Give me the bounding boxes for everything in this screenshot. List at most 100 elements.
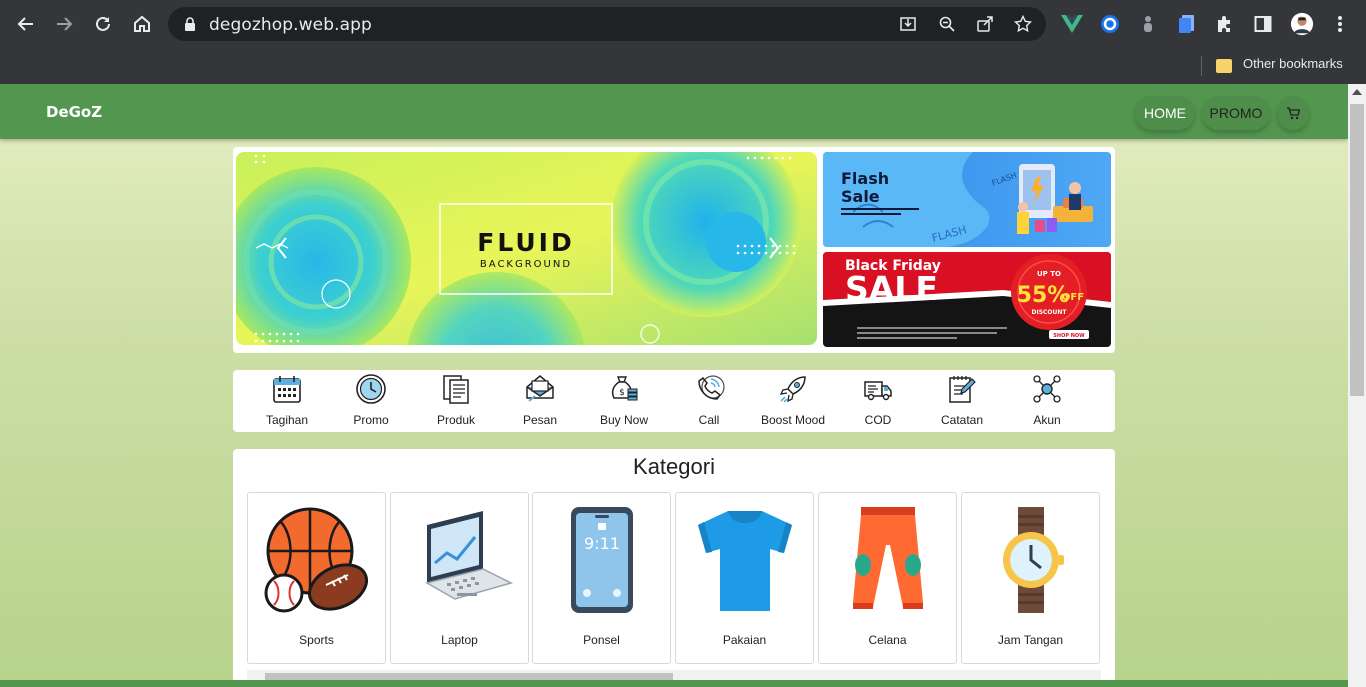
menu-item-pesan[interactable]: Pesan xyxy=(498,370,582,432)
share-icon[interactable] xyxy=(975,15,995,33)
menu-label: COD xyxy=(864,413,892,427)
kategori-title: Kategori xyxy=(633,454,715,479)
side-panel-icon[interactable] xyxy=(1251,12,1275,36)
forward-icon[interactable] xyxy=(52,12,76,36)
quick-menu: Tagihan Promo Produk Pesan $ Buy Now Cal… xyxy=(233,370,1115,432)
network-icon xyxy=(1033,375,1061,403)
menu-label: Call xyxy=(698,413,720,427)
menu-item-promo[interactable]: Promo xyxy=(329,370,413,432)
category-label: Sports xyxy=(299,633,334,647)
extension-circle-icon[interactable] xyxy=(1098,12,1122,36)
laptop-icon xyxy=(425,511,514,600)
documents-icon xyxy=(443,375,469,404)
hero-title: FLUID xyxy=(477,228,574,257)
scroll-up-icon[interactable] xyxy=(1352,89,1362,95)
bookmark-star-icon[interactable] xyxy=(1013,15,1033,33)
menu-item-boost-mood[interactable]: Boost Mood xyxy=(751,370,835,432)
hero-carousel[interactable]: FLUID BACKGROUND xyxy=(236,152,817,345)
extension-docs-icon[interactable] xyxy=(1175,12,1199,36)
cart-icon xyxy=(1287,106,1300,119)
address-bar[interactable]: degozhop.web.app xyxy=(168,7,1046,41)
svg-text:$: $ xyxy=(619,388,625,398)
hero-subtitle: BACKGROUND xyxy=(480,259,572,270)
nav-cart-button[interactable] xyxy=(1277,96,1309,130)
extension-gray-icon[interactable] xyxy=(1136,12,1160,36)
clock-icon xyxy=(356,374,386,404)
envelope-icon xyxy=(526,375,554,402)
category-card-laptop[interactable]: Laptop xyxy=(390,492,529,664)
category-card-ponsel[interactable]: 9:11 Ponsel xyxy=(532,492,671,664)
scrollbar-thumb[interactable] xyxy=(1350,104,1364,396)
bf-cta: SHOP NOW xyxy=(1053,333,1085,339)
bf-badge-bottom: DISCOUNT xyxy=(1031,309,1067,316)
category-label: Laptop xyxy=(441,633,478,647)
folder-icon xyxy=(1216,59,1232,73)
extensions-puzzle-icon[interactable] xyxy=(1213,12,1237,36)
category-label: Celana xyxy=(868,633,907,647)
zoom-out-icon[interactable] xyxy=(937,15,957,33)
money-bag-icon: $ xyxy=(611,376,638,401)
flash-sale-banner[interactable]: Flash Sale FLASH FLASH xyxy=(823,152,1111,247)
brand-logo[interactable]: DeGoZ xyxy=(46,103,102,121)
page-viewport: DeGoZ HOME PROMO FLUID BACKGROUND Flash … xyxy=(0,84,1348,687)
banner-section: FLUID BACKGROUND Flash Sale FLASH FLASH … xyxy=(233,147,1115,353)
black-friday-banner[interactable]: Black Friday SALE UP TO 55% OFF DISCOUNT… xyxy=(823,252,1111,347)
menu-label: Catatan xyxy=(940,413,984,427)
bookmarks-divider xyxy=(1201,56,1202,76)
truck-icon xyxy=(864,381,892,401)
url-text: degozhop.web.app xyxy=(209,15,372,35)
menu-label: Tagihan xyxy=(265,413,309,427)
lock-icon xyxy=(185,17,195,31)
menu-label: Pesan xyxy=(522,413,558,427)
tshirt-icon xyxy=(698,511,792,611)
pants-icon xyxy=(853,507,923,609)
menu-label: Akun xyxy=(1033,413,1061,427)
nav-promo-button[interactable]: PROMO xyxy=(1202,96,1270,130)
menu-item-produk[interactable]: Produk xyxy=(414,370,498,432)
bf-line2: SALE xyxy=(845,269,938,308)
bookmarks-bar: Other bookmarks xyxy=(0,48,1366,84)
menu-label: Promo xyxy=(353,413,389,427)
chrome-menu-icon[interactable] xyxy=(1328,12,1352,36)
app-navbar: DeGoZ HOME PROMO xyxy=(0,84,1348,139)
browser-toolbar: degozhop.web.app xyxy=(0,0,1366,48)
menu-label: Boost Mood xyxy=(760,413,826,427)
menu-item-call[interactable]: Call xyxy=(667,370,751,432)
reload-icon[interactable] xyxy=(91,12,115,36)
other-bookmarks-link[interactable]: Other bookmarks xyxy=(1243,56,1343,71)
home-icon[interactable] xyxy=(130,12,154,36)
category-card-pakaian[interactable]: Pakaian xyxy=(675,492,814,664)
menu-label: Produk xyxy=(436,413,476,427)
menu-item-buy-now[interactable]: $ Buy Now xyxy=(582,370,666,432)
footer-bar xyxy=(0,680,1348,687)
menu-item-catatan[interactable]: Catatan xyxy=(920,370,1004,432)
flash-line1: Flash xyxy=(841,169,889,188)
nav-home-button[interactable]: HOME xyxy=(1135,96,1195,130)
kategori-section: Kategori Sports Laptop 9:11 Ponsel Pakai… xyxy=(233,449,1115,687)
flash-line2: Sale xyxy=(841,187,880,206)
svg-text:9:11: 9:11 xyxy=(584,534,620,553)
bf-badge-top: UP TO xyxy=(1037,270,1061,278)
calendar-icon xyxy=(273,376,301,403)
install-icon[interactable] xyxy=(898,15,918,33)
vue-devtools-icon[interactable] xyxy=(1060,12,1084,36)
menu-label: Buy Now xyxy=(599,413,649,427)
rocket-icon xyxy=(779,376,806,403)
bf-badge-off: OFF xyxy=(1062,292,1084,303)
menu-item-cod[interactable]: COD xyxy=(836,370,920,432)
notes-icon xyxy=(949,376,976,403)
watch-icon xyxy=(1003,507,1064,613)
sports-balls-icon xyxy=(264,507,368,613)
phone-icon xyxy=(698,375,725,400)
menu-item-tagihan[interactable]: Tagihan xyxy=(245,370,329,432)
phone-screen-icon: 9:11 xyxy=(571,507,633,613)
category-card-jam-tangan[interactable]: Jam Tangan xyxy=(961,492,1100,664)
page-vertical-scrollbar[interactable] xyxy=(1348,84,1366,687)
profile-avatar-icon[interactable] xyxy=(1290,12,1314,36)
menu-item-akun[interactable]: Akun xyxy=(1005,370,1089,432)
category-card-celana[interactable]: Celana xyxy=(818,492,957,664)
category-card-sports[interactable]: Sports xyxy=(247,492,386,664)
category-label: Jam Tangan xyxy=(997,633,1064,647)
category-label: Ponsel xyxy=(583,633,620,647)
back-icon[interactable] xyxy=(14,12,38,36)
